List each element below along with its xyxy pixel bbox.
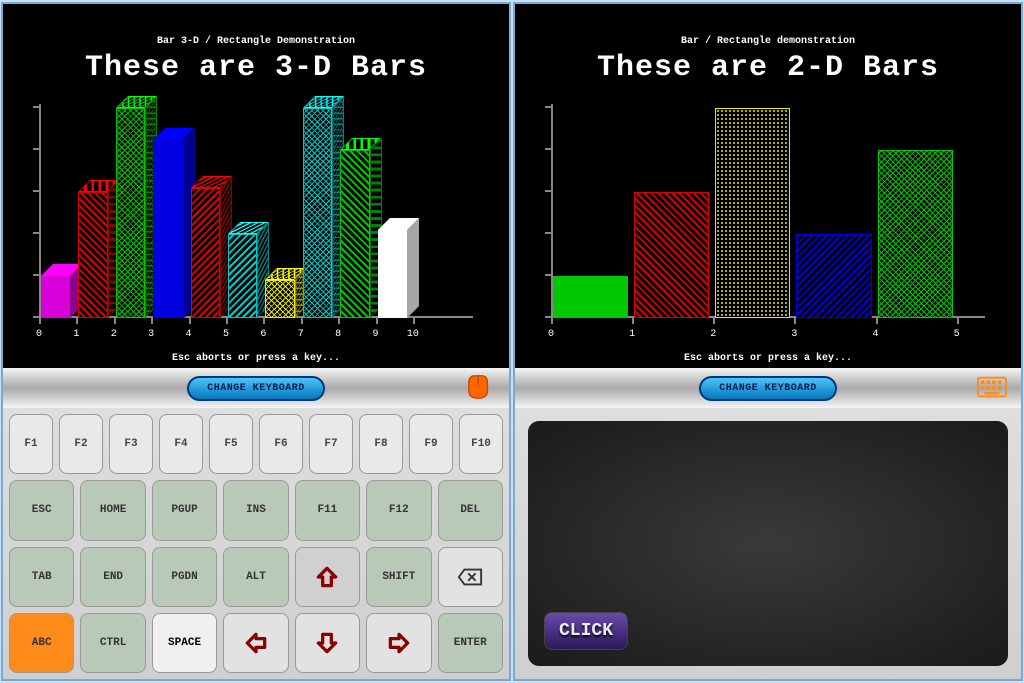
bar-2d <box>553 276 628 318</box>
chart-footer: Esc aborts or press a key... <box>3 353 509 364</box>
bar-3d <box>340 150 369 318</box>
key-pgup[interactable]: PGUP <box>152 480 217 540</box>
chart-header: Bar 3-D / Rectangle Demonstration <box>9 36 503 47</box>
bar-3d <box>191 188 220 318</box>
key-abc[interactable]: ABC <box>9 613 74 673</box>
bar-3d <box>228 234 257 318</box>
chart-footer: Esc aborts or press a key... <box>515 353 1021 364</box>
key-arrow-left[interactable] <box>223 613 288 673</box>
click-button[interactable]: CLICK <box>544 612 628 650</box>
key-tab[interactable]: TAB <box>9 547 74 607</box>
chart-header: Bar / Rectangle demonstration <box>521 36 1015 47</box>
bar-2d <box>796 234 871 318</box>
key-home[interactable]: HOME <box>80 480 145 540</box>
virtual-keyboard: F1F2F3F4F5F6F7F8F9F10 ESCHOMEPGUPINSF11F1… <box>3 408 509 679</box>
graph-2d: Bar / Rectangle demonstration These are … <box>515 4 1021 368</box>
key-arrow-right[interactable] <box>366 613 431 673</box>
chart-2d-area: 012345 <box>551 104 985 318</box>
bar-3d <box>303 108 332 318</box>
key-arrow-down[interactable] <box>295 613 360 673</box>
bar-3d <box>378 230 407 318</box>
key-f6[interactable]: F6 <box>259 414 303 474</box>
key-backspace[interactable] <box>438 547 503 607</box>
left-pane: Bar 3-D / Rectangle Demonstration These … <box>1 2 511 681</box>
graph-3d: Bar 3-D / Rectangle Demonstration These … <box>3 4 509 368</box>
key-ins[interactable]: INS <box>223 480 288 540</box>
key-f3[interactable]: F3 <box>109 414 153 474</box>
key-f10[interactable]: F10 <box>459 414 503 474</box>
key-del[interactable]: DEL <box>438 480 503 540</box>
bar-3d <box>153 140 182 319</box>
key-ctrl[interactable]: CTRL <box>80 613 145 673</box>
keyboard-icon[interactable] <box>977 374 1007 400</box>
key-space[interactable]: SPACE <box>152 613 217 673</box>
key-f5[interactable]: F5 <box>209 414 253 474</box>
mouse-icon[interactable] <box>465 374 495 400</box>
key-f8[interactable]: F8 <box>359 414 403 474</box>
key-enter[interactable]: ENTER <box>438 613 503 673</box>
key-end[interactable]: END <box>80 547 145 607</box>
change-keyboard-button[interactable]: CHANGE KEYBOARD <box>699 376 837 401</box>
bar-3d <box>41 276 70 318</box>
change-keyboard-button[interactable]: CHANGE KEYBOARD <box>187 376 325 401</box>
key-esc[interactable]: ESC <box>9 480 74 540</box>
key-pgdn[interactable]: PGDN <box>152 547 217 607</box>
trackpad-area: CLICK <box>515 408 1021 679</box>
bar-3d <box>265 280 294 318</box>
bar-3d <box>116 108 145 318</box>
key-shift[interactable]: SHIFT <box>366 547 431 607</box>
key-f4[interactable]: F4 <box>159 414 203 474</box>
key-f9[interactable]: F9 <box>409 414 453 474</box>
key-f2[interactable]: F2 <box>59 414 103 474</box>
keyboard-panel: CHANGE KEYBOARD F1F2F3F4F5F6F7F8F9F10 ESC… <box>3 368 509 679</box>
trackpad-panel: CHANGE KEYBOARD CLICK <box>515 368 1021 679</box>
key-f11[interactable]: F11 <box>295 480 360 540</box>
bar-3d <box>78 192 107 318</box>
bar-2d <box>634 192 709 318</box>
chart-3d-area: 012345678910 <box>39 104 473 318</box>
key-f1[interactable]: F1 <box>9 414 53 474</box>
control-top-bar: CHANGE KEYBOARD <box>3 368 509 408</box>
key-alt[interactable]: ALT <box>223 547 288 607</box>
right-pane: Bar / Rectangle demonstration These are … <box>513 2 1023 681</box>
control-top-bar: CHANGE KEYBOARD <box>515 368 1021 408</box>
trackpad[interactable]: CLICK <box>525 418 1011 669</box>
bar-2d <box>715 108 790 318</box>
key-arrow-up[interactable] <box>295 547 360 607</box>
chart-title: These are 2-D Bars <box>521 51 1015 85</box>
bar-2d <box>878 150 953 318</box>
chart-title: These are 3-D Bars <box>9 51 503 85</box>
key-f12[interactable]: F12 <box>366 480 431 540</box>
key-f7[interactable]: F7 <box>309 414 353 474</box>
